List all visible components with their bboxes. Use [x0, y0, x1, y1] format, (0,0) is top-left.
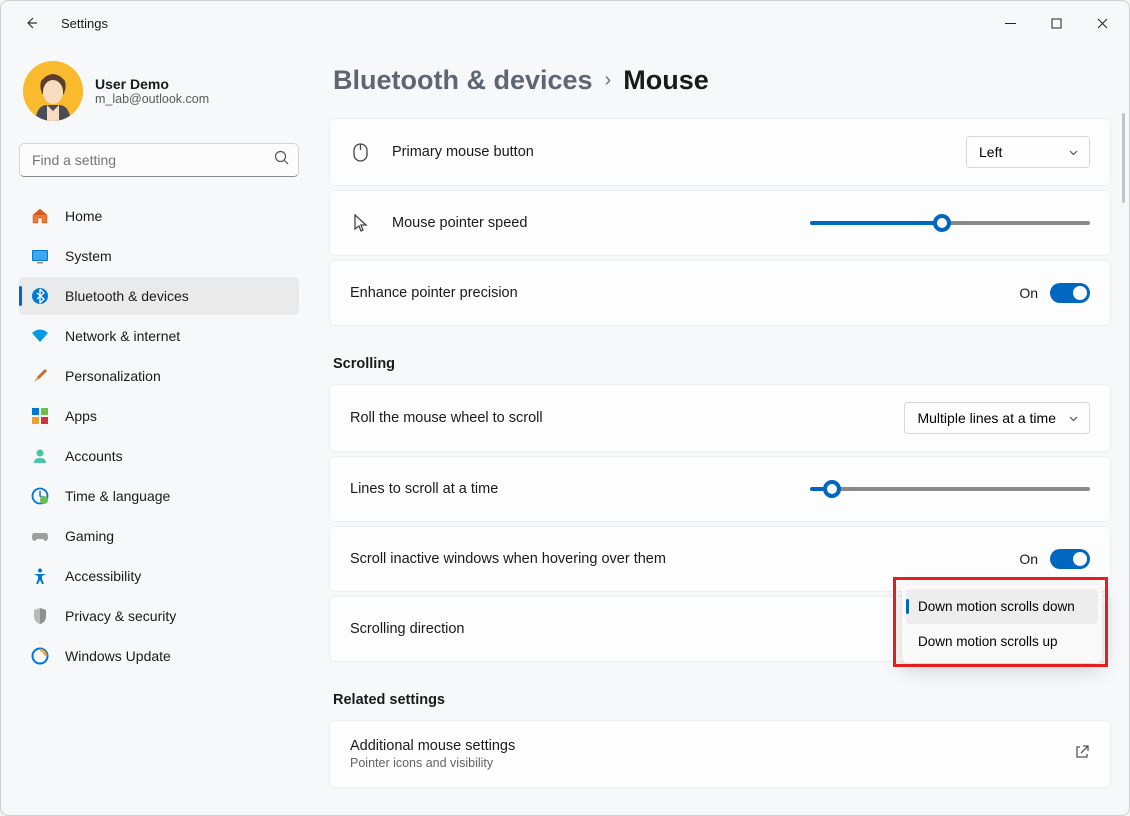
setting-scroll-inactive: Scroll inactive windows when hovering ov…: [329, 526, 1111, 592]
primary-button-select[interactable]: Left: [966, 136, 1090, 168]
clock-globe-icon: [31, 487, 49, 505]
shield-icon: [31, 607, 49, 625]
user-email: m_lab@outlook.com: [95, 92, 209, 106]
nav-label: Personalization: [65, 368, 161, 384]
chevron-down-icon: [1068, 147, 1079, 158]
chevron-down-icon: [1068, 413, 1079, 424]
scroll-direction-dropdown: Down motion scrolls down Down motion scr…: [902, 585, 1102, 663]
nav-label: Gaming: [65, 528, 114, 544]
update-icon: [31, 647, 49, 665]
wifi-icon: [31, 327, 49, 345]
apps-icon: [31, 407, 49, 425]
toggle-state: On: [1019, 551, 1038, 567]
minimize-icon: [1005, 18, 1016, 29]
maximize-icon: [1051, 18, 1062, 29]
nav-label: Accessibility: [65, 568, 141, 584]
nav-windows-update[interactable]: Windows Update: [19, 637, 299, 675]
setting-sub: Pointer icons and visibility: [350, 756, 1052, 770]
mouse-icon: [350, 142, 370, 162]
minimize-button[interactable]: [987, 7, 1033, 39]
lines-scroll-slider[interactable]: [810, 487, 1090, 491]
home-icon: [31, 207, 49, 225]
bluetooth-icon: [31, 287, 49, 305]
setting-label: Roll the mouse wheel to scroll: [350, 410, 882, 426]
toggle-state: On: [1019, 285, 1038, 301]
search-input[interactable]: [19, 143, 299, 177]
open-external-icon: [1074, 744, 1090, 765]
breadcrumb-parent[interactable]: Bluetooth & devices: [333, 65, 593, 96]
accessibility-icon: [31, 567, 49, 585]
setting-label: Lines to scroll at a time: [350, 481, 788, 497]
chevron-right-icon: ›: [605, 69, 612, 92]
nav-gaming[interactable]: Gaming: [19, 517, 299, 555]
setting-scrolling-direction: Scrolling direction Down motion scrolls …: [329, 596, 1111, 662]
nav-label: Apps: [65, 408, 97, 424]
scrollbar[interactable]: [1122, 113, 1125, 203]
person-icon: [31, 447, 49, 465]
close-icon: [1097, 18, 1108, 29]
close-button[interactable]: [1079, 7, 1125, 39]
enhance-precision-toggle[interactable]: [1050, 283, 1090, 303]
nav-privacy[interactable]: Privacy & security: [19, 597, 299, 635]
search-box: [19, 143, 299, 177]
nav-network[interactable]: Network & internet: [19, 317, 299, 355]
nav-label: Network & internet: [65, 328, 180, 344]
back-button[interactable]: [13, 5, 49, 41]
select-value: Multiple lines at a time: [917, 410, 1056, 426]
nav-label: Accounts: [65, 448, 123, 464]
nav-label: Home: [65, 208, 102, 224]
titlebar: Settings: [1, 1, 1129, 45]
setting-primary-mouse-button: Primary mouse button Left: [329, 118, 1111, 186]
user-name: User Demo: [95, 76, 209, 92]
cursor-icon: [350, 213, 370, 233]
breadcrumb: Bluetooth & devices › Mouse: [333, 65, 1111, 96]
setting-roll-wheel: Roll the mouse wheel to scroll Multiple …: [329, 384, 1111, 452]
setting-label: Mouse pointer speed: [392, 215, 788, 231]
nav-apps[interactable]: Apps: [19, 397, 299, 435]
system-icon: [31, 247, 49, 265]
setting-label: Scroll inactive windows when hovering ov…: [350, 551, 997, 567]
nav-label: Bluetooth & devices: [65, 288, 189, 304]
arrow-left-icon: [23, 15, 39, 31]
gamepad-icon: [31, 527, 49, 545]
select-value: Left: [979, 144, 1002, 160]
user-block[interactable]: User Demo m_lab@outlook.com: [19, 53, 299, 135]
setting-label: Scrolling direction: [350, 621, 868, 637]
nav-accounts[interactable]: Accounts: [19, 437, 299, 475]
dropdown-option[interactable]: Down motion scrolls down: [906, 589, 1098, 624]
nav-label: System: [65, 248, 112, 264]
setting-label: Additional mouse settings: [350, 738, 1052, 754]
section-scrolling: Scrolling: [333, 356, 1107, 372]
pointer-speed-slider[interactable]: [810, 221, 1090, 225]
dropdown-option[interactable]: Down motion scrolls up: [906, 624, 1098, 659]
paintbrush-icon: [31, 367, 49, 385]
nav-label: Windows Update: [65, 648, 171, 664]
nav-accessibility[interactable]: Accessibility: [19, 557, 299, 595]
nav-personalization[interactable]: Personalization: [19, 357, 299, 395]
roll-wheel-select[interactable]: Multiple lines at a time: [904, 402, 1090, 434]
maximize-button[interactable]: [1033, 7, 1079, 39]
nav-bluetooth-devices[interactable]: Bluetooth & devices: [19, 277, 299, 315]
breadcrumb-current: Mouse: [623, 65, 709, 96]
setting-label: Enhance pointer precision: [350, 285, 997, 301]
setting-additional-mouse[interactable]: Additional mouse settings Pointer icons …: [329, 720, 1111, 788]
nav-time-language[interactable]: Time & language: [19, 477, 299, 515]
nav-system[interactable]: System: [19, 237, 299, 275]
nav-label: Time & language: [65, 488, 170, 504]
main-content: Bluetooth & devices › Mouse Primary mous…: [311, 45, 1129, 815]
sidebar: User Demo m_lab@outlook.com Home System …: [1, 45, 311, 815]
avatar: [23, 61, 83, 121]
scroll-inactive-toggle[interactable]: [1050, 549, 1090, 569]
setting-label: Primary mouse button: [392, 144, 944, 160]
nav-home[interactable]: Home: [19, 197, 299, 235]
window-title: Settings: [61, 16, 108, 31]
setting-pointer-speed: Mouse pointer speed: [329, 190, 1111, 256]
search-icon: [274, 150, 289, 170]
nav-list: Home System Bluetooth & devices Network …: [19, 197, 299, 801]
nav-label: Privacy & security: [65, 608, 176, 624]
section-related: Related settings: [333, 692, 1107, 708]
setting-enhance-precision: Enhance pointer precision On: [329, 260, 1111, 326]
setting-lines-to-scroll: Lines to scroll at a time: [329, 456, 1111, 522]
